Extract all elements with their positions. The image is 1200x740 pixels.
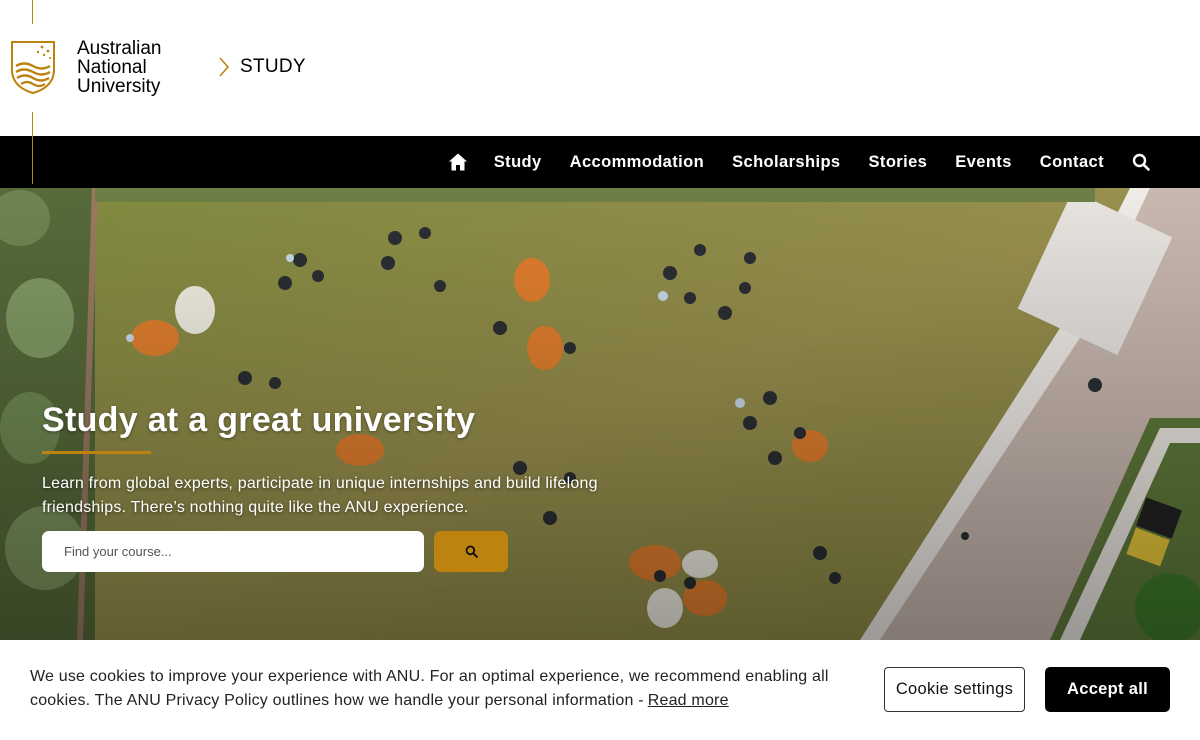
- logo-wordmark: Australian National University: [77, 39, 162, 96]
- hero-title-underline: [42, 451, 151, 454]
- home-icon[interactable]: [448, 152, 468, 172]
- nav-item-stories[interactable]: Stories: [869, 153, 928, 172]
- nav-items: Study Accommodation Scholarships Stories…: [448, 136, 1150, 188]
- search-icon: [465, 545, 478, 558]
- logo-line: Australian: [77, 38, 162, 59]
- cookie-message: We use cookies to improve your experienc…: [30, 665, 830, 713]
- accept-all-button[interactable]: Accept all: [1045, 667, 1170, 712]
- hero-title: Study at a great university: [42, 401, 476, 439]
- nav-item-events[interactable]: Events: [955, 153, 1012, 172]
- header-divider-line: [32, 112, 33, 184]
- main-nav: Study Accommodation Scholarships Stories…: [0, 136, 1200, 188]
- nav-item-contact[interactable]: Contact: [1040, 153, 1104, 172]
- site-header: Australian National University STUDY: [0, 0, 1200, 136]
- anu-crest-icon: [11, 41, 55, 94]
- breadcrumb-label: STUDY: [240, 56, 306, 77]
- course-search-button[interactable]: [434, 531, 508, 572]
- hero-banner: Study at a great university Learn from g…: [0, 188, 1200, 640]
- course-search-input[interactable]: [42, 531, 424, 572]
- read-more-link[interactable]: Read more: [648, 692, 729, 709]
- anu-logo[interactable]: Australian National University: [10, 39, 162, 96]
- nav-item-scholarships[interactable]: Scholarships: [732, 153, 840, 172]
- header-divider-line: [32, 0, 33, 24]
- nav-item-study[interactable]: Study: [494, 153, 542, 172]
- cookie-banner: We use cookies to improve your experienc…: [0, 640, 1200, 740]
- hero-description: Learn from global experts, participate i…: [42, 475, 598, 516]
- logo-line: National: [77, 57, 147, 78]
- cookie-settings-button[interactable]: Cookie settings: [884, 667, 1025, 712]
- breadcrumb[interactable]: STUDY: [218, 56, 306, 78]
- nav-item-accommodation[interactable]: Accommodation: [570, 153, 704, 172]
- chevron-right-icon: [219, 57, 230, 77]
- logo-line: University: [77, 76, 161, 97]
- search-icon[interactable]: [1132, 153, 1150, 171]
